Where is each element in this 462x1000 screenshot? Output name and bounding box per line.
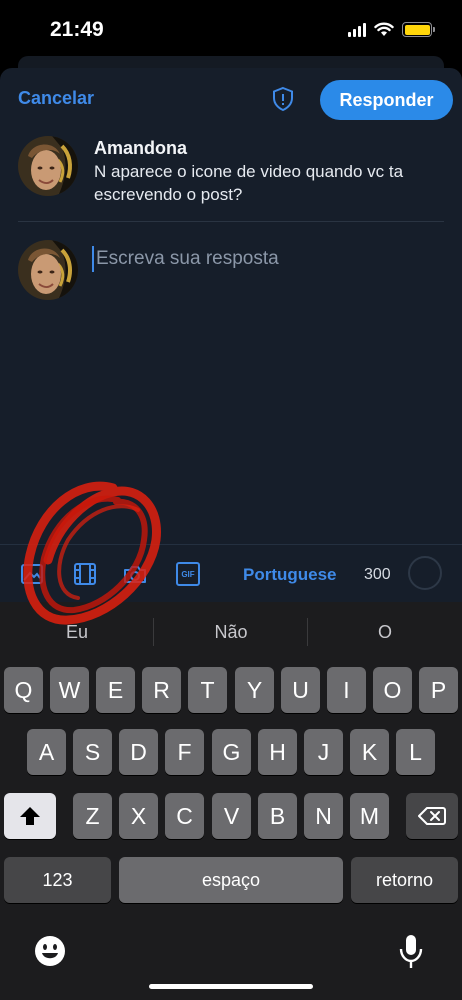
cellular-signal-icon [348, 22, 366, 37]
suggestion-divider [307, 618, 308, 646]
camera-icon[interactable] [123, 562, 147, 586]
composer-header: Cancelar Responder [0, 68, 462, 130]
key-z[interactable]: Z [73, 793, 112, 839]
suggestion-divider [153, 618, 154, 646]
key-k[interactable]: K [350, 729, 389, 775]
space-key[interactable]: espaço [119, 857, 343, 903]
key-a[interactable]: A [27, 729, 66, 775]
key-m[interactable]: M [350, 793, 389, 839]
key-r[interactable]: R [142, 667, 181, 713]
home-indicator [149, 984, 313, 989]
key-u[interactable]: U [281, 667, 320, 713]
user-avatar[interactable] [18, 240, 78, 300]
cancel-button[interactable]: Cancelar [18, 88, 94, 109]
original-post: Amandona N aparece o icone de video quan… [0, 136, 462, 224]
suggestion-item[interactable]: Eu [2, 622, 152, 643]
emoji-icon[interactable] [34, 935, 66, 967]
language-button[interactable]: Portuguese [243, 565, 337, 585]
status-time: 21:49 [50, 18, 104, 41]
key-y[interactable]: Y [235, 667, 274, 713]
shift-key[interactable] [4, 793, 56, 839]
post-author: Amandona [94, 138, 188, 158]
gif-label: GIF [181, 569, 195, 579]
numbers-key[interactable]: 123 [4, 857, 111, 903]
key-v[interactable]: V [212, 793, 251, 839]
composer-toolbar: GIF Portuguese 300 [0, 544, 462, 602]
key-s[interactable]: S [73, 729, 112, 775]
divider [18, 221, 444, 222]
key-j[interactable]: J [304, 729, 343, 775]
keyboard: Eu Não O Q W E R T Y U I O P A S D F G H… [0, 602, 462, 1000]
key-e[interactable]: E [96, 667, 135, 713]
key-g[interactable]: G [212, 729, 251, 775]
key-w[interactable]: W [50, 667, 89, 713]
key-c[interactable]: C [165, 793, 204, 839]
status-bar: 21:49 [0, 0, 462, 60]
key-n[interactable]: N [304, 793, 343, 839]
key-i[interactable]: I [327, 667, 366, 713]
key-l[interactable]: L [396, 729, 435, 775]
suggestion-item[interactable]: O [310, 622, 460, 643]
key-h[interactable]: H [258, 729, 297, 775]
key-f[interactable]: F [165, 729, 204, 775]
key-d[interactable]: D [119, 729, 158, 775]
gif-icon[interactable]: GIF [176, 562, 200, 586]
reply-button[interactable]: Responder [320, 80, 453, 120]
key-t[interactable]: T [188, 667, 227, 713]
author-avatar[interactable] [18, 136, 78, 196]
reply-input[interactable]: Escreva sua resposta [92, 246, 442, 272]
status-icons [348, 22, 435, 37]
microphone-icon[interactable] [398, 934, 424, 970]
wifi-icon [374, 22, 394, 36]
character-count: 300 [364, 566, 391, 583]
post-text: N aparece o icone de video quando vc ta … [94, 162, 404, 204]
key-q[interactable]: Q [4, 667, 43, 713]
return-key[interactable]: retorno [351, 857, 458, 903]
key-x[interactable]: X [119, 793, 158, 839]
shift-icon [20, 807, 40, 825]
video-icon[interactable] [73, 562, 97, 586]
shield-warning-icon[interactable] [270, 86, 296, 112]
suggestion-bar: Eu Não O [0, 602, 462, 662]
character-progress-ring [408, 556, 442, 590]
key-p[interactable]: P [419, 667, 458, 713]
key-o[interactable]: O [373, 667, 412, 713]
image-icon[interactable] [20, 562, 44, 586]
suggestion-item[interactable]: Não [156, 622, 306, 643]
battery-icon [402, 22, 435, 37]
key-b[interactable]: B [258, 793, 297, 839]
delete-key[interactable] [406, 793, 458, 839]
backspace-icon [418, 807, 446, 825]
